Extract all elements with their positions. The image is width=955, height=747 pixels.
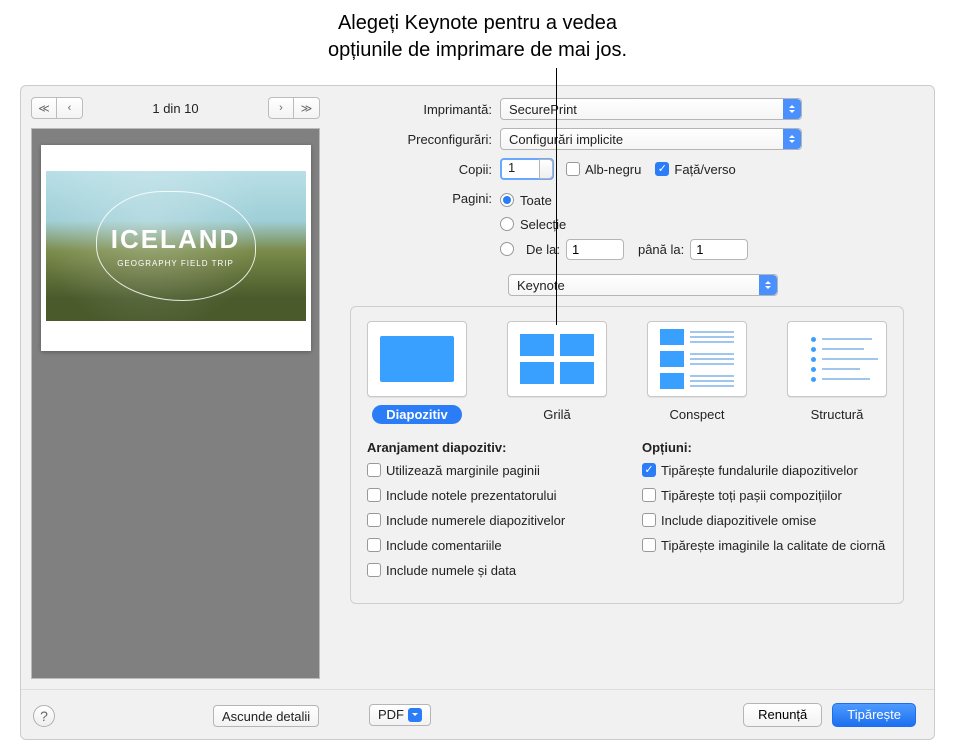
bw-checkbox[interactable] [566, 162, 580, 176]
presets-dropdown[interactable]: Configurări implicite [500, 128, 802, 150]
chk-comments[interactable] [367, 538, 381, 552]
preview-area: ICELAND GEOGRAPHY FIELD TRIP [31, 128, 320, 679]
cancel-button[interactable]: Renunță [743, 703, 822, 727]
keynote-options-panel: Diapozitiv Grilă Conspect [350, 306, 904, 604]
chk-notes[interactable] [367, 488, 381, 502]
bw-label: Alb-negru [585, 162, 641, 177]
chk-skipped[interactable] [642, 513, 656, 527]
pdf-menu-button[interactable]: PDF [369, 704, 431, 726]
chk-margins[interactable] [367, 463, 381, 477]
section-dropdown[interactable]: Keynote [508, 274, 778, 296]
pages-to-input[interactable] [690, 239, 748, 260]
slide-thumbnail: ICELAND GEOGRAPHY FIELD TRIP [46, 171, 306, 321]
page-indicator: 1 din 10 [152, 101, 198, 116]
pages-range-radio[interactable] [500, 242, 514, 256]
nav-last-button[interactable]: ≫ [294, 97, 320, 119]
printer-dropdown[interactable]: SecurePrint [500, 98, 802, 120]
chk-numbers[interactable] [367, 513, 381, 527]
pages-from-input[interactable] [566, 239, 624, 260]
print-button[interactable]: Tipărește [832, 703, 916, 727]
print-dialog: ≪ ‹ 1 din 10 › ≫ ICELAND GEOGRAPHY FIELD… [20, 85, 935, 740]
layout-slide[interactable]: Diapozitiv [367, 321, 467, 424]
chk-builds[interactable] [642, 488, 656, 502]
pages-label: Pagini: [340, 188, 500, 206]
nav-next-button[interactable]: › [268, 97, 294, 119]
copies-label: Copii: [340, 162, 500, 177]
nav-first-button[interactable]: ≪ [31, 97, 57, 119]
pages-selection-radio[interactable] [500, 217, 514, 231]
pages-all-radio[interactable] [500, 193, 514, 207]
chk-draft[interactable] [642, 538, 656, 552]
chevron-down-icon [408, 708, 422, 722]
presets-label: Preconfigurări: [340, 132, 500, 147]
chk-namedate[interactable] [367, 563, 381, 577]
nav-prev-button[interactable]: ‹ [57, 97, 83, 119]
twosided-checkbox[interactable] [655, 162, 669, 176]
preview-pane: ≪ ‹ 1 din 10 › ≫ ICELAND GEOGRAPHY FIELD… [21, 86, 330, 689]
settings-pane: Imprimantă: SecurePrint Preconfigurări: … [330, 86, 934, 689]
preview-sheet: ICELAND GEOGRAPHY FIELD TRIP [41, 145, 311, 351]
twosided-label: Față/verso [674, 162, 735, 177]
layout-outline[interactable]: Structură [787, 321, 887, 424]
layout-handout[interactable]: Conspect [647, 321, 747, 424]
annotation-text: Alegeți Keynote pentru a vedea opțiunile… [0, 0, 955, 70]
dialog-footer: ? Ascunde detalii PDF Renunță Tipărește [21, 689, 934, 739]
layout-grid[interactable]: Grilă [507, 321, 607, 424]
hide-details-button[interactable]: Ascunde detalii [213, 705, 319, 727]
arrangement-heading: Aranjament diapozitiv: [367, 440, 612, 455]
callout-line [556, 68, 557, 325]
copies-stepper[interactable]: 1 [500, 158, 554, 180]
chk-backgrounds[interactable] [642, 463, 656, 477]
help-button[interactable]: ? [33, 705, 55, 727]
options-heading: Opțiuni: [642, 440, 887, 455]
printer-label: Imprimantă: [340, 102, 500, 117]
